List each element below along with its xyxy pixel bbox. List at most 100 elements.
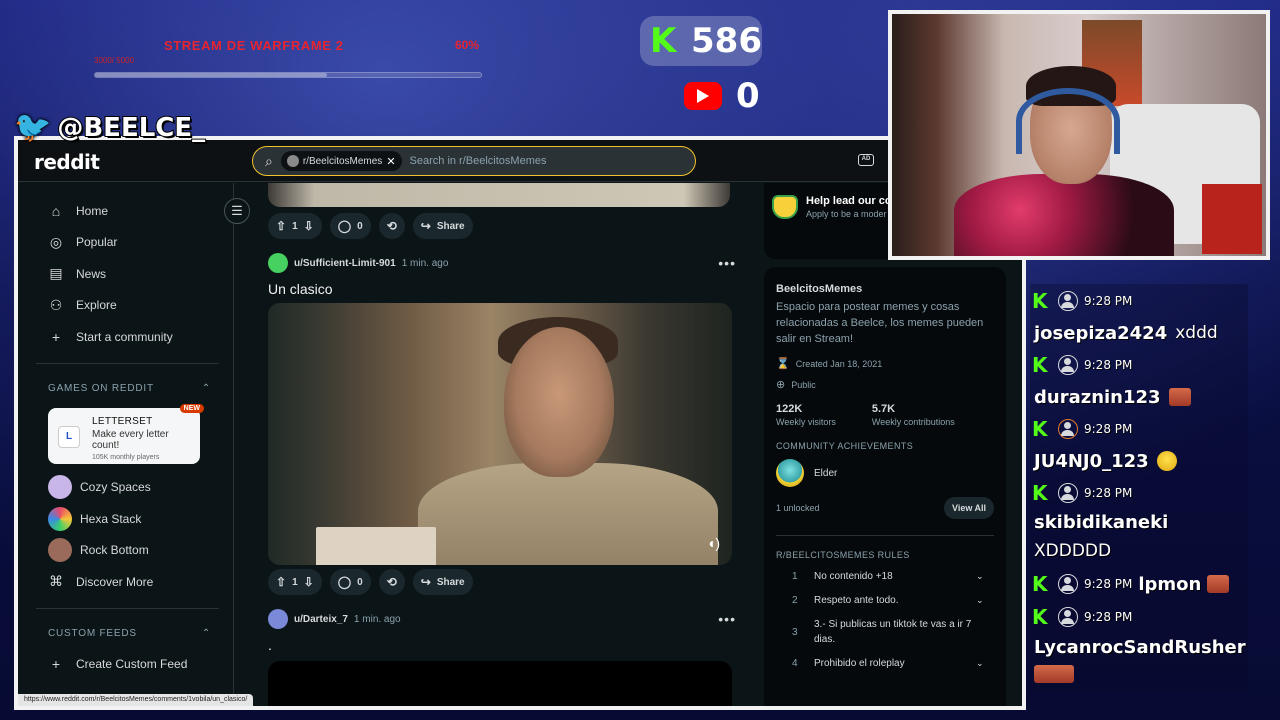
- post-video[interactable]: ◖): [268, 303, 732, 565]
- subreddit-chip-label: r/BeelcitosMemes: [302, 155, 383, 167]
- youtube-count-value: 0: [736, 76, 760, 116]
- elder-badge-icon: [776, 459, 804, 487]
- news-icon: ▤: [49, 265, 63, 282]
- nav-item-start-community[interactable]: + Start a community: [36, 321, 219, 353]
- discover-more-link[interactable]: ⌘ Discover More: [36, 566, 219, 598]
- more-options-icon[interactable]: •••: [718, 611, 736, 627]
- subreddit-filter-chip[interactable]: r/BeelcitosMemes ✕: [280, 151, 402, 171]
- chat-username: LycanrocSandRusher: [1034, 636, 1246, 658]
- chat-message: LycanrocSandRusher: [1032, 632, 1268, 662]
- reddit-logo[interactable]: reddit: [34, 150, 100, 174]
- goal-percent: 60%: [455, 38, 480, 52]
- comment-count: 0: [357, 576, 363, 588]
- twitter-handle: @BEELCE_: [56, 112, 206, 144]
- game-item-hexa-stack[interactable]: Hexa Stack: [36, 503, 219, 535]
- game-item-cozy-spaces[interactable]: Cozy Spaces: [36, 472, 219, 504]
- nav-item-home[interactable]: ⌂ Home: [36, 195, 219, 227]
- post-video[interactable]: [268, 661, 732, 706]
- comments-button[interactable]: ◯ 0: [329, 213, 371, 239]
- chat-time: 9:28 PM: [1084, 294, 1133, 308]
- avatar[interactable]: [268, 609, 288, 629]
- upvote-icon[interactable]: ⇧: [276, 575, 286, 589]
- left-navigation: ⌂ Home ◎ Popular ▤ News ⚇ Explore + Star…: [18, 183, 234, 706]
- more-options-icon[interactable]: •••: [718, 255, 736, 271]
- achievements-title: COMMUNITY ACHIEVEMENTS: [776, 441, 914, 451]
- close-icon[interactable]: ✕: [386, 155, 395, 168]
- vote-control[interactable]: ⇧ 1 ⇩: [268, 569, 322, 595]
- post-title[interactable]: Un clasico: [256, 281, 746, 297]
- rule-text: No contenido +18: [814, 571, 893, 582]
- share-button[interactable]: ↪ Share: [412, 569, 473, 595]
- kick-icon: K: [650, 21, 677, 61]
- letterset-icon: L: [58, 425, 80, 448]
- user-icon: [1058, 355, 1078, 375]
- youtube-icon: [684, 82, 722, 110]
- post-card[interactable]: u/Darteix_7 1 min. ago ••• .: [256, 609, 746, 706]
- advertise-icon[interactable]: AD: [858, 154, 874, 166]
- game-item-rock-bottom[interactable]: Rock Bottom: [36, 535, 219, 567]
- nav-item-popular[interactable]: ◎ Popular: [36, 227, 219, 259]
- post-title[interactable]: .: [256, 637, 746, 653]
- rule-item[interactable]: 1 No contenido +18 ⌄: [776, 560, 994, 584]
- stat-label: Weekly contributions: [871, 417, 955, 427]
- comments-button[interactable]: ◯ 0: [329, 569, 371, 595]
- post-author[interactable]: u/Sufficient-Limit-901: [294, 258, 396, 269]
- view-all-button[interactable]: View All: [943, 497, 994, 519]
- vote-count: 1: [292, 220, 298, 232]
- kick-icon: K: [1032, 353, 1048, 377]
- downvote-icon[interactable]: ⇩: [304, 219, 314, 233]
- plus-icon: +: [51, 656, 61, 673]
- crosspost-button[interactable]: ⟲: [378, 213, 405, 239]
- post-author[interactable]: u/Darteix_7: [294, 614, 348, 625]
- webcam-detail: [1202, 184, 1262, 254]
- nav-item-explore[interactable]: ⚇ Explore: [36, 290, 219, 322]
- nav-item-label: Home: [76, 203, 109, 218]
- post-header: u/Sufficient-Limit-901 1 min. ago •••: [256, 253, 746, 273]
- share-label: Share: [436, 220, 465, 232]
- post-card[interactable]: u/Sufficient-Limit-901 1 min. ago ••• Un…: [256, 253, 746, 565]
- chat-text: XDDDDD: [1034, 541, 1112, 561]
- featured-game-card[interactable]: L LETTERSET Make every letter count! 105…: [48, 403, 204, 464]
- previous-post-image[interactable]: [268, 183, 730, 207]
- downvote-icon[interactable]: ⇩: [304, 575, 314, 589]
- vote-control[interactable]: ⇧ 1 ⇩: [268, 213, 322, 239]
- rule-item[interactable]: 4 Prohibido el roleplay ⌄: [776, 647, 994, 671]
- crosspost-button[interactable]: ⟲: [378, 569, 405, 595]
- comment-icon: ◯: [337, 575, 352, 589]
- kick-icon: K: [1032, 481, 1048, 505]
- chat-meta: K 9:28 PM lpmon: [1032, 566, 1268, 602]
- divider: [776, 535, 994, 536]
- user-icon: [1058, 291, 1078, 311]
- share-button[interactable]: ↪ Share: [412, 213, 473, 239]
- search-bar[interactable]: ⌕ r/BeelcitosMemes ✕ Search in r/Beelcit…: [252, 146, 696, 176]
- subreddit-name: BeelcitosMemes: [776, 283, 863, 295]
- achievement-item[interactable]: Elder: [776, 459, 994, 487]
- post-action-bar: ⇧ 1 ⇩ ◯ 0 ⟲ ↪ Share: [268, 569, 473, 595]
- custom-feeds-header[interactable]: CUSTOM FEEDS ⌃: [36, 619, 219, 649]
- comment-icon: ◯: [337, 219, 352, 233]
- chat-message-continued: XDDDDD: [1032, 536, 1268, 566]
- nav-item-news[interactable]: ▤ News: [36, 258, 219, 290]
- webcam-streamer-shirt: [954, 174, 1174, 256]
- share-icon: ↪: [420, 575, 431, 589]
- rules-title: R/BEELCITOSMEMES RULES: [776, 550, 910, 560]
- rule-item[interactable]: 3 3.- Si publicas un tiktok te vas a ir …: [776, 608, 994, 647]
- home-icon: ⌂: [51, 202, 61, 219]
- chat-username: duraznin123: [1034, 386, 1161, 408]
- upvote-icon[interactable]: ⇧: [276, 219, 286, 233]
- volume-icon[interactable]: ◖): [707, 535, 720, 551]
- rule-item[interactable]: 2 Respeto ante todo. ⌄: [776, 584, 994, 608]
- chat-time: 9:28 PM: [1084, 486, 1133, 500]
- search-input[interactable]: Search in r/BeelcitosMemes: [410, 155, 547, 167]
- goal-title: STREAM DE WARFRAME 2: [164, 38, 344, 53]
- post-action-bar: ⇧ 1 ⇩ ◯ 0 ⟲ ↪ Share: [268, 213, 473, 239]
- chat-message: josepiza2424 xddd: [1032, 316, 1268, 350]
- user-icon: [1058, 607, 1078, 627]
- menu-icon[interactable]: ☰: [224, 198, 250, 224]
- create-custom-feed-button[interactable]: + Create Custom Feed: [36, 649, 219, 681]
- avatar[interactable]: [268, 253, 288, 273]
- divider: [36, 362, 219, 364]
- subreddit-created: ⌛ Created Jan 18, 2021: [776, 357, 994, 370]
- games-section-header[interactable]: GAMES ON REDDIT ⌃: [36, 374, 219, 404]
- youtube-viewer-count: 0: [684, 74, 760, 118]
